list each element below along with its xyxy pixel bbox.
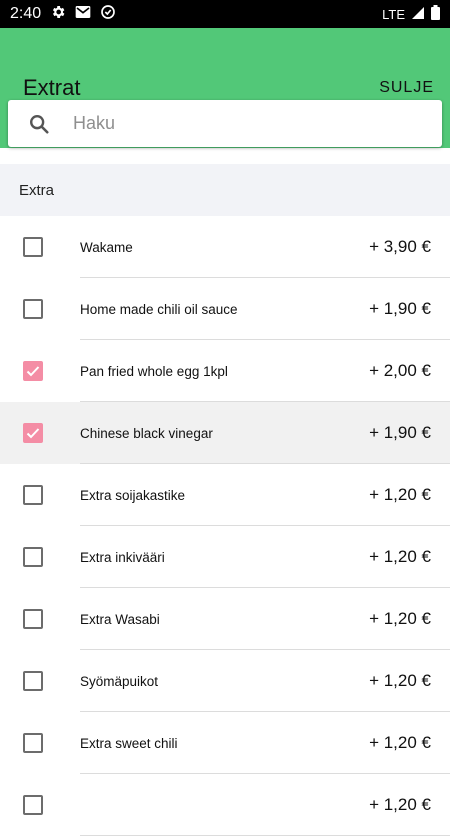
page-title: Extrat (23, 75, 81, 100)
section-title: Extra (19, 181, 55, 199)
item-name: Home made chili oil sauce (80, 302, 238, 317)
status-left: 2:40 (10, 4, 116, 24)
item-name: Extra sweet chili (80, 736, 178, 751)
item-name: Syömäpuikot (80, 674, 159, 689)
close-button[interactable]: SULJE (379, 79, 434, 97)
item-checkbox[interactable] (23, 795, 43, 815)
item-checkbox[interactable] (23, 733, 43, 753)
signal-icon (411, 6, 425, 23)
item-price: + 1,20 € (369, 733, 431, 752)
sync-icon (100, 4, 116, 24)
item-price: + 1,90 € (369, 423, 431, 442)
extras-list: Wakame + 3,90 € Home made chili oil sauce +… (0, 216, 450, 836)
item-price: + 1,20 € (369, 485, 431, 504)
status-bar: 2:40 LTE (0, 0, 450, 28)
item-name: Wakame (80, 240, 133, 255)
status-time: 2:40 (10, 5, 42, 22)
list-item[interactable]: Chinese black vinegar + 1,90 € (0, 402, 450, 464)
item-name: Extra soijakastike (80, 488, 186, 503)
item-price: + 1,20 € (369, 795, 431, 814)
item-checkbox[interactable] (23, 671, 43, 691)
item-price: + 1,20 € (369, 671, 431, 690)
search-icon (27, 112, 51, 136)
item-name: Pan fried whole egg 1kpl (80, 364, 228, 379)
battery-icon (431, 5, 440, 23)
list-item[interactable]: Extra Wasabi + 1,20 € (0, 588, 450, 650)
item-checkbox[interactable] (23, 423, 43, 443)
search-input[interactable] (71, 112, 442, 135)
gear-icon (50, 4, 66, 24)
list-item[interactable]: Extra inkivääri + 1,20 € (0, 526, 450, 588)
item-price: + 2,00 € (369, 361, 431, 380)
list-item[interactable]: Syömäpuikot + 1,20 € (0, 650, 450, 712)
item-price: + 1,90 € (369, 299, 431, 318)
item-price: + 1,20 € (369, 609, 431, 628)
item-name: Chinese black vinegar (80, 426, 213, 441)
list-item[interactable]: Extra soijakastike + 1,20 € (0, 464, 450, 526)
item-name: Extra inkivääri (80, 550, 165, 565)
item-checkbox[interactable] (23, 547, 43, 567)
item-price: + 1,20 € (369, 547, 431, 566)
list-item[interactable]: Home made chili oil sauce + 1,90 € (0, 278, 450, 340)
checkmark-icon (26, 428, 40, 439)
network-label: LTE (382, 6, 405, 22)
item-checkbox[interactable] (23, 485, 43, 505)
list-item[interactable]: Wakame + 3,90 € (0, 216, 450, 278)
section-header: Extra (0, 164, 450, 216)
item-checkbox[interactable] (23, 299, 43, 319)
search-bar[interactable] (8, 100, 442, 147)
mail-icon (75, 5, 91, 23)
list-item[interactable]: Extra sweet chili + 1,20 € (0, 712, 450, 774)
item-name: Extra Wasabi (80, 612, 160, 627)
list-item[interactable]: + 1,20 € (0, 774, 450, 836)
checkmark-icon (26, 366, 40, 377)
item-checkbox[interactable] (23, 237, 43, 257)
item-checkbox[interactable] (23, 609, 43, 629)
status-right: LTE (382, 5, 440, 23)
item-price: + 3,90 € (369, 237, 431, 256)
list-item[interactable]: Pan fried whole egg 1kpl + 2,00 € (0, 340, 450, 402)
item-checkbox[interactable] (23, 361, 43, 381)
